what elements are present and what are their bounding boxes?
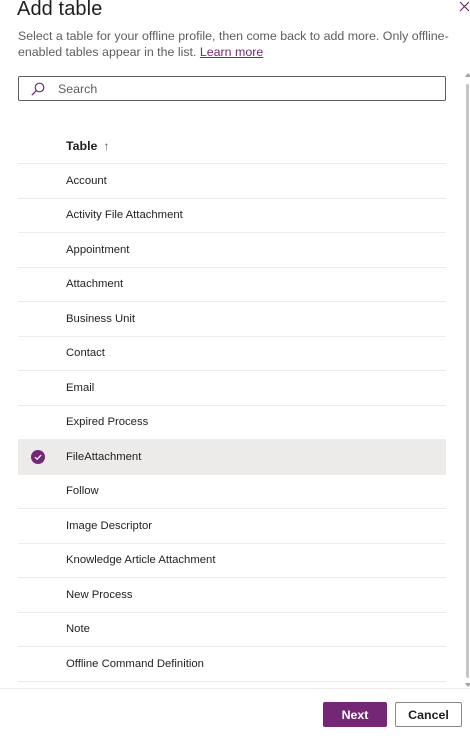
learn-more-link[interactable]: Learn more	[200, 45, 263, 59]
dialog-title: Add table	[17, 0, 103, 20]
table-column-header[interactable]: Table ↑	[18, 128, 446, 164]
scroll-thumb[interactable]	[466, 84, 469, 678]
table-row[interactable]: FileAttachment	[18, 440, 446, 475]
checkmark-circle-icon	[31, 449, 45, 464]
table-row[interactable]: Offline Command Definition	[18, 647, 446, 682]
row-label: Follow	[66, 485, 99, 498]
footer-divider	[0, 688, 470, 689]
scroll-up-arrow-icon[interactable]	[465, 73, 470, 77]
row-label: Expired Process	[66, 416, 149, 429]
table-row[interactable]: Knowledge Article Attachment	[18, 544, 446, 578]
scroll-down-arrow-icon[interactable]	[465, 683, 470, 687]
row-label: FileAttachment	[66, 450, 142, 463]
row-label: Knowledge Article Attachment	[66, 554, 216, 567]
row-label: Account	[66, 174, 107, 187]
table-row[interactable]: Email	[18, 371, 446, 406]
table-row[interactable]: Attachment	[18, 268, 446, 302]
table-row[interactable]: Appointment	[18, 233, 446, 268]
search-icon	[30, 81, 46, 97]
row-label: Attachment	[66, 278, 124, 291]
row-label: Email	[66, 381, 95, 394]
search-box[interactable]	[18, 76, 446, 101]
add-table-panel: Add table Select a table for your offlin…	[0, 0, 470, 743]
table-row[interactable]: Note	[18, 613, 446, 647]
table-row[interactable]: New Process	[18, 578, 446, 613]
table-row[interactable]: Account	[18, 164, 446, 199]
row-label: Image Descriptor	[66, 519, 153, 532]
close-icon	[459, 1, 470, 12]
panel-scrollbar[interactable]	[465, 70, 470, 690]
table-list: Account Activity File Attachment Appoint…	[18, 164, 446, 682]
row-label: Note	[66, 623, 90, 636]
cancel-button[interactable]: Cancel	[395, 702, 462, 727]
search-input[interactable]	[58, 81, 418, 96]
close-button[interactable]	[458, 0, 470, 14]
table-row[interactable]: Activity File Attachment	[18, 199, 446, 233]
table-row[interactable]: Image Descriptor	[18, 509, 446, 544]
row-label: New Process	[66, 588, 133, 601]
table-row[interactable]: Expired Process	[18, 406, 446, 440]
table-row[interactable]: Contact	[18, 337, 446, 371]
row-label: Business Unit	[66, 312, 136, 325]
column-header-table[interactable]: Table	[66, 139, 97, 153]
table-row[interactable]: Business Unit	[18, 302, 446, 337]
row-label: Contact	[66, 347, 105, 360]
row-label: Offline Command Definition	[66, 657, 204, 670]
row-label: Appointment	[66, 243, 130, 256]
row-label: Activity File Attachment	[66, 209, 183, 222]
dialog-description: Select a table for your offline profile,…	[18, 28, 458, 60]
table-row[interactable]: Follow	[18, 475, 446, 509]
arrow-up-icon: ↑	[103, 138, 110, 153]
next-button[interactable]: Next	[323, 702, 387, 727]
